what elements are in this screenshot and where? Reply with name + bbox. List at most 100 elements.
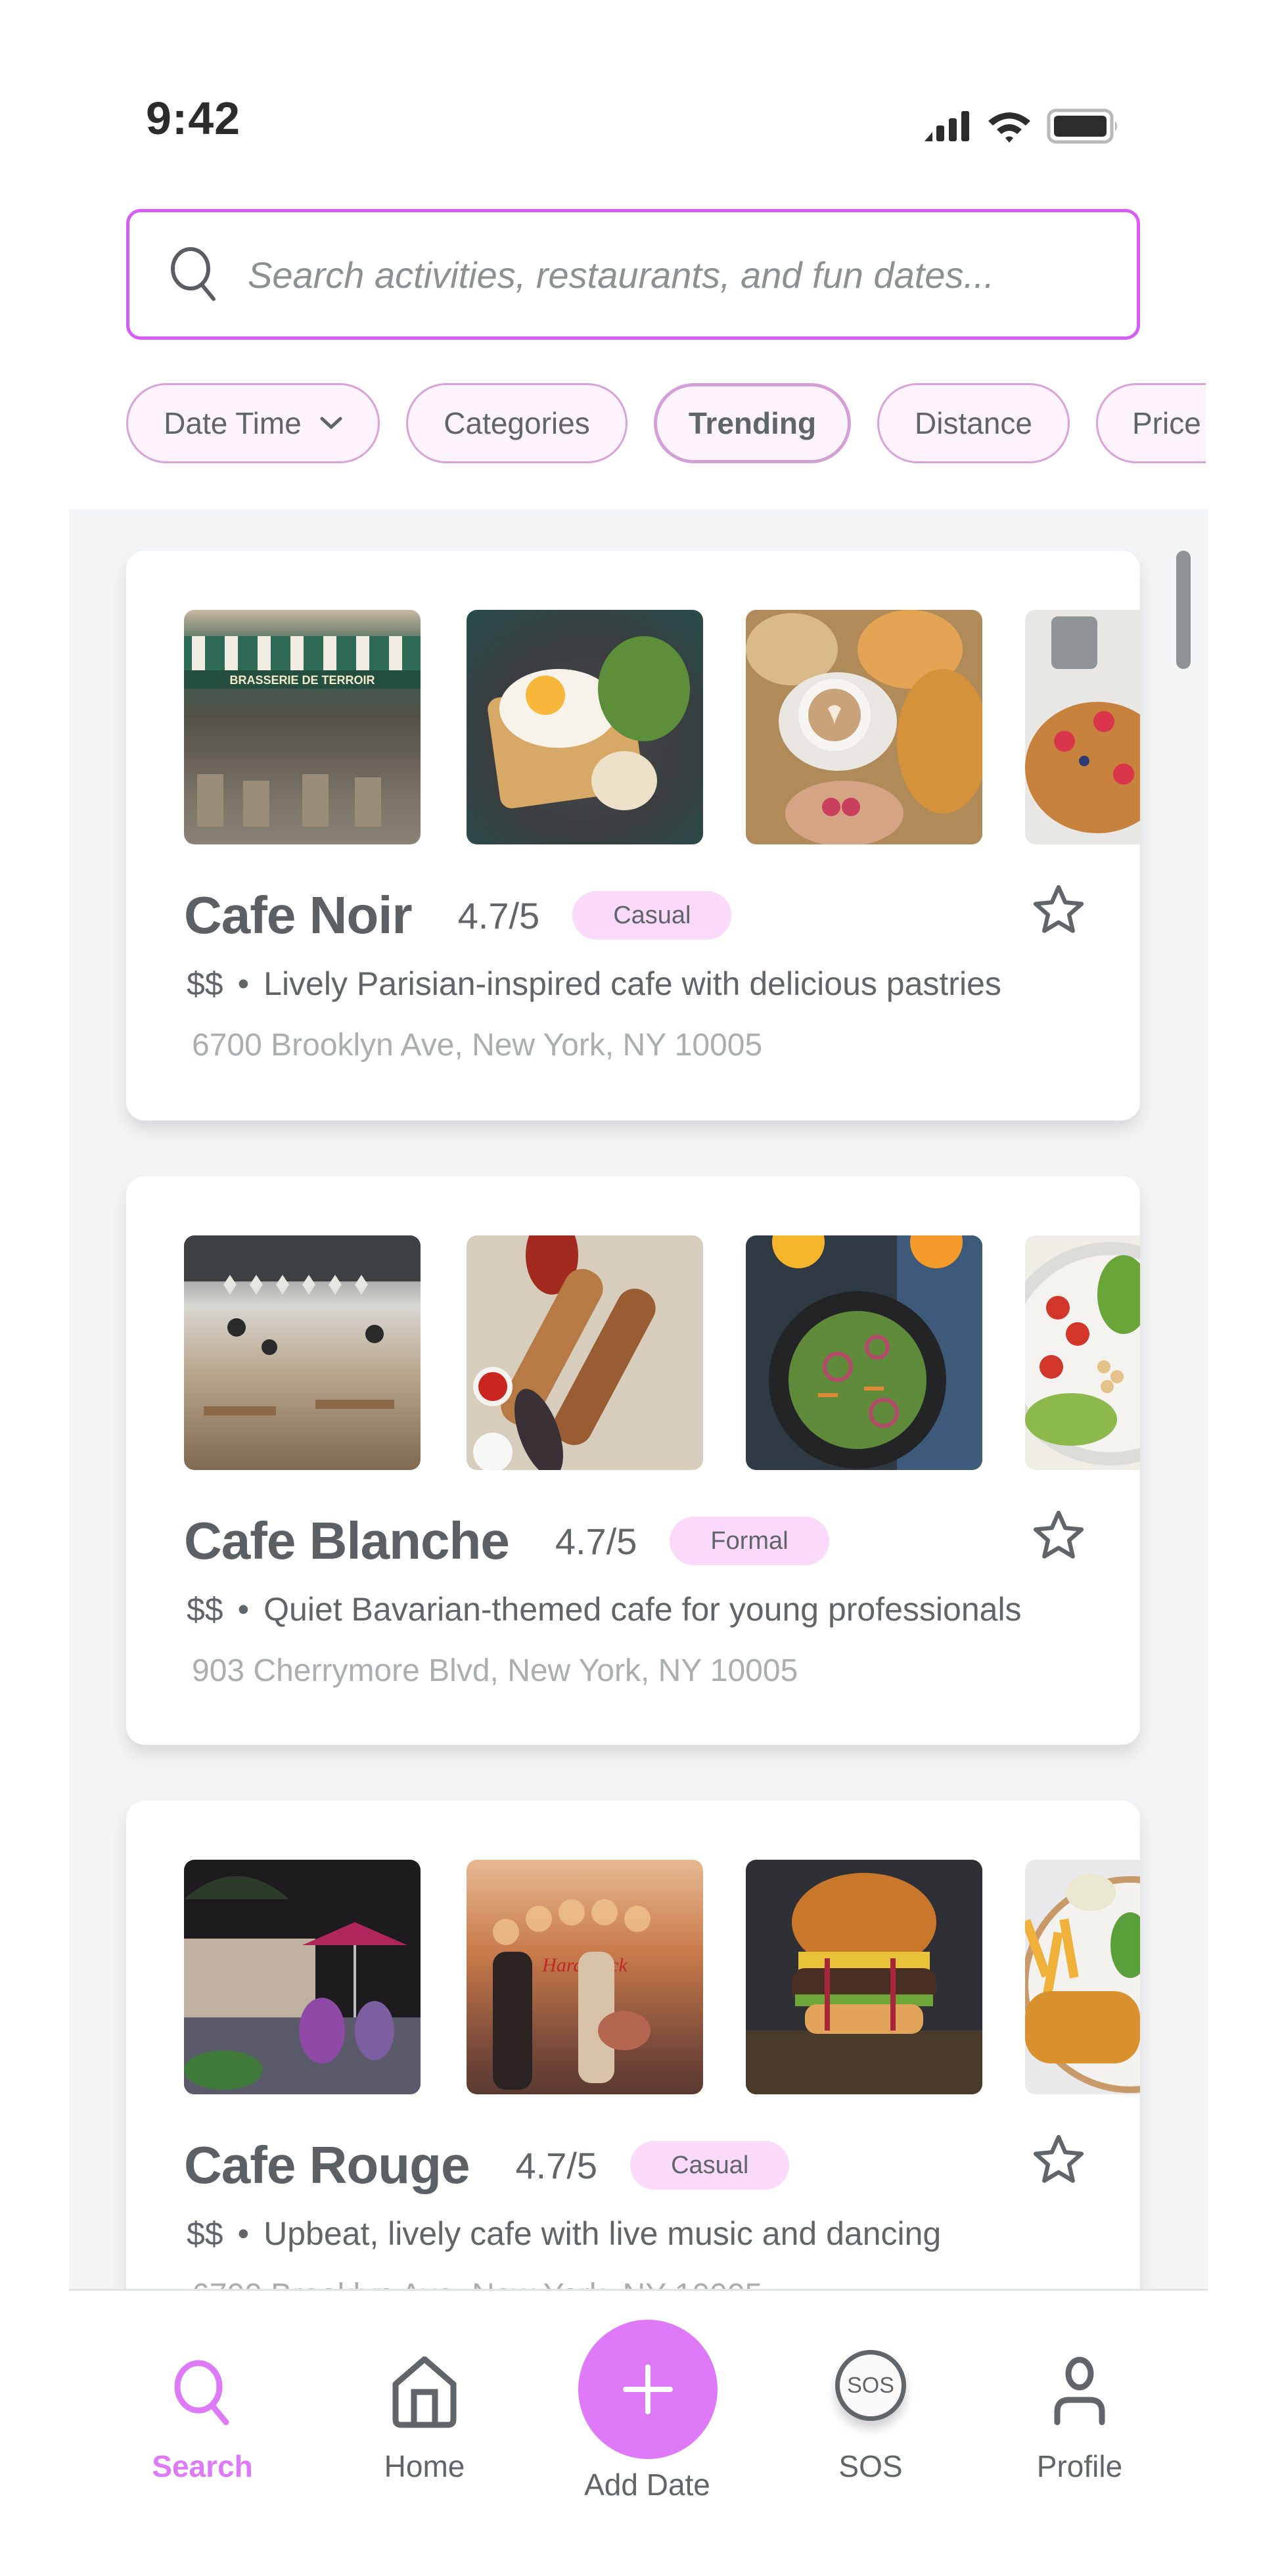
photo-cafe-interior bbox=[184, 1235, 421, 1415]
filter-chip-date-time[interactable]: Date Time bbox=[126, 383, 380, 463]
photo-live-band: Hard Rock bbox=[493, 1899, 651, 2090]
photo-latte-croissants bbox=[746, 610, 982, 844]
listing-title-row: Cafe Rouge 4.7/5 Casual bbox=[184, 2129, 790, 2201]
listing-card[interactable]: Cafe Blanche 4.7/5 Formal $$ • Quiet Bavar… bbox=[126, 1176, 1140, 1745]
listing-description-row: $$ • Quiet Bavarian-themed cafe for young … bbox=[187, 1590, 1022, 1628]
filter-chips: Date Time Categories Trending Distance P… bbox=[126, 383, 1206, 465]
chip-label: Distance bbox=[915, 406, 1032, 440]
listing-price: $$ bbox=[187, 2215, 223, 2252]
search-icon bbox=[171, 247, 216, 301]
photo-gourmet-burger bbox=[746, 1873, 982, 2094]
nav-item-search[interactable]: Search bbox=[124, 2291, 281, 2501]
listing-description: Quiet Bavarian-themed cafe for young pro… bbox=[263, 1591, 1022, 1628]
listing-description: Lively Parisian-inspired cafe with delic… bbox=[263, 965, 1001, 1002]
filter-chip-trending[interactable]: Trending bbox=[654, 383, 851, 463]
listing-photo bbox=[1025, 1860, 1140, 2094]
star-icon[interactable] bbox=[1031, 1508, 1086, 1563]
chip-label: Date Time bbox=[164, 406, 302, 440]
nav-label: Profile bbox=[1036, 2449, 1123, 2483]
photo-fish-and-chips bbox=[1025, 1874, 1140, 2093]
photo-french-toast bbox=[1025, 616, 1140, 833]
listing-title-row: Cafe Blanche 4.7/5 Formal bbox=[184, 1505, 829, 1577]
status-bar: 9:42 bbox=[0, 0, 1280, 171]
separator-dot: • bbox=[237, 965, 250, 1002]
nav-item-profile[interactable]: Profile bbox=[1001, 2291, 1158, 2501]
listing-badge: Casual bbox=[572, 891, 732, 940]
listing-price: $$ bbox=[187, 965, 223, 1002]
photo-carousel[interactable]: BRASSERIE DE TERROIR bbox=[184, 610, 1140, 846]
sos-icon-text: SOS bbox=[847, 2372, 894, 2398]
bottom-nav: Search Home Add Date SOS SOS Profile bbox=[0, 2291, 1280, 2576]
listing-photo bbox=[184, 1860, 421, 2094]
battery-icon bbox=[1047, 108, 1117, 144]
listing-description-row: $$ • Lively Parisian-inspired cafe with de… bbox=[187, 965, 1001, 1003]
listing-photo bbox=[467, 610, 703, 844]
listing-name[interactable]: Cafe Noir bbox=[184, 885, 413, 946]
photo-salad bbox=[769, 1235, 982, 1470]
photo-carousel[interactable]: Hard Rock bbox=[184, 1860, 1140, 2096]
star-icon[interactable] bbox=[1031, 883, 1086, 938]
filter-chip-price[interactable]: Price bbox=[1096, 383, 1206, 463]
nav-label: Search bbox=[152, 2449, 253, 2483]
chip-label: Price bbox=[1132, 406, 1201, 440]
photo-grilled-skewers bbox=[473, 1235, 656, 1470]
listing-card[interactable]: BRASSERIE DE TERROIR Cafe Noir 4.7/5 Cas… bbox=[126, 551, 1140, 1120]
photo-carousel[interactable] bbox=[184, 1235, 1140, 1472]
chevron-down-icon bbox=[320, 417, 342, 429]
add-date-button[interactable] bbox=[578, 2320, 718, 2459]
profile-icon bbox=[1054, 2357, 1105, 2426]
listing-photo bbox=[746, 1860, 982, 2094]
home-icon bbox=[392, 2357, 457, 2428]
listing-photo bbox=[1025, 610, 1140, 844]
chip-label: Categories bbox=[444, 406, 590, 440]
listing-photo bbox=[746, 1235, 982, 1470]
listing-card[interactable]: Hard Rock bbox=[126, 1801, 1140, 2290]
listing-address: 6700 Brooklyn Ave, New York, NY 10005 bbox=[192, 1028, 763, 1063]
listing-photo bbox=[184, 1235, 421, 1470]
scrollbar-thumb[interactable] bbox=[1176, 551, 1191, 669]
listing-badge: Casual bbox=[630, 2141, 790, 2190]
listing-description: Upbeat, lively cafe with live music and … bbox=[263, 2215, 942, 2252]
add-date-label: Add Date bbox=[584, 2468, 710, 2502]
listing-name[interactable]: Cafe Blanche bbox=[184, 1511, 510, 1571]
chip-label: Trending bbox=[688, 406, 817, 440]
nav-label: Home bbox=[384, 2449, 465, 2483]
filter-chip-distance[interactable]: Distance bbox=[877, 383, 1070, 463]
photo-night-patio bbox=[184, 1876, 421, 2094]
listing-rating: 4.7/5 bbox=[457, 894, 540, 936]
listing-photo bbox=[1025, 1235, 1140, 1470]
nav-item-home[interactable]: Home bbox=[346, 2291, 503, 2501]
separator-dot: • bbox=[237, 1591, 250, 1628]
listing-rating: 4.7/5 bbox=[515, 2144, 598, 2186]
listing-rating: 4.7/5 bbox=[555, 1520, 637, 1562]
search-input[interactable] bbox=[248, 245, 1115, 304]
photo-veggie-bowl bbox=[1025, 1242, 1140, 1465]
listing-photo: BRASSERIE DE TERROIR bbox=[184, 610, 421, 844]
listings-scroll-area[interactable]: BRASSERIE DE TERROIR Cafe Noir 4.7/5 Cas… bbox=[69, 509, 1208, 2290]
cellular-signal-icon bbox=[925, 111, 969, 141]
listing-price: $$ bbox=[187, 1591, 223, 1628]
filter-chip-categories[interactable]: Categories bbox=[406, 383, 628, 463]
photo-croque-madame bbox=[488, 636, 690, 810]
photo-brasserie-storefront: BRASSERIE DE TERROIR bbox=[184, 636, 421, 844]
listing-address: 6700 Brooklyn Ave, New York, NY 10005 bbox=[192, 2277, 762, 2290]
search-box[interactable] bbox=[126, 209, 1140, 340]
listing-badge: Formal bbox=[670, 1517, 829, 1565]
listing-photo bbox=[467, 1235, 703, 1470]
star-icon[interactable] bbox=[1031, 2132, 1086, 2188]
status-time: 9:42 bbox=[146, 93, 241, 144]
listing-photo bbox=[746, 610, 982, 844]
search-icon bbox=[174, 2360, 229, 2426]
wifi-icon bbox=[988, 112, 1030, 143]
plus-icon bbox=[623, 2364, 673, 2414]
listing-name[interactable]: Cafe Rouge bbox=[184, 2135, 470, 2196]
nav-item-sos[interactable]: SOS SOS bbox=[792, 2291, 949, 2501]
nav-label: SOS bbox=[838, 2449, 903, 2483]
svg-text:BRASSERIE DE TERROIR: BRASSERIE DE TERROIR bbox=[229, 674, 375, 687]
separator-dot: • bbox=[237, 2215, 250, 2252]
listing-description-row: $$ • Upbeat, lively cafe with live music a… bbox=[187, 2215, 941, 2253]
sos-icon: SOS bbox=[835, 2350, 906, 2421]
listing-title-row: Cafe Noir 4.7/5 Casual bbox=[184, 879, 732, 952]
listing-photo: Hard Rock bbox=[467, 1860, 703, 2094]
status-icons bbox=[923, 108, 1120, 144]
